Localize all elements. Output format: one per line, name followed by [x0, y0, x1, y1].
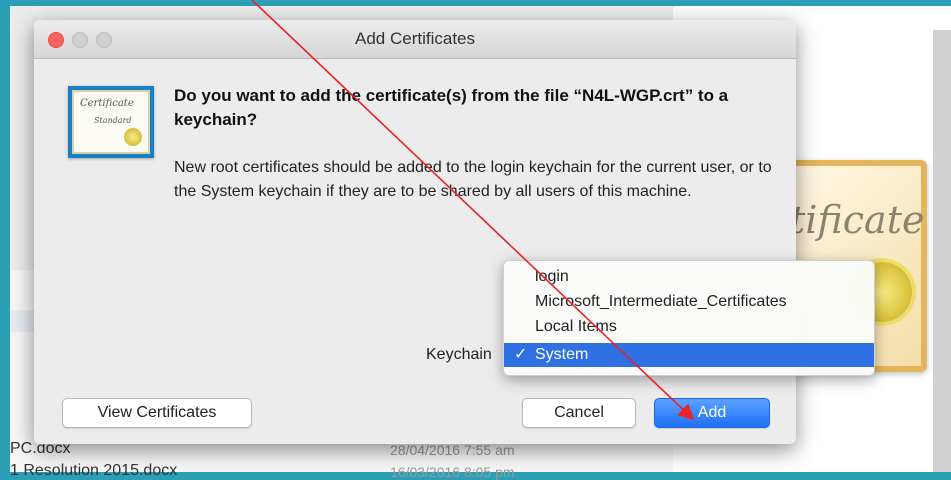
dialog-title: Add Certificates [355, 29, 475, 48]
add-button[interactable]: Add [654, 398, 770, 428]
certificate-icon: Certificate Standard [68, 86, 154, 158]
keychain-dropdown-menu[interactable]: login Microsoft_Intermediate_Certificate… [503, 260, 875, 376]
certificate-icon-text: Certificate [80, 98, 134, 109]
checkmark-icon: ✓ [514, 346, 528, 363]
dialog-message: New root certificates should be added to… [174, 159, 772, 200]
background-file-date: 28/04/2016 7:55 am [390, 442, 515, 458]
seal-icon [124, 128, 142, 146]
background-file-name[interactable]: 1 Resolution 2015.docx [10, 462, 177, 480]
dialog-heading: Do you want to add the certificate(s) fr… [174, 86, 729, 129]
cancel-button[interactable]: Cancel [522, 398, 636, 428]
certificate-icon-subtext: Standard [94, 116, 132, 125]
background-scrollbar [933, 30, 951, 472]
menu-item-local-items[interactable]: Local Items [504, 315, 874, 339]
dialog-titlebar: Add Certificates [34, 20, 796, 59]
keychain-label: Keychain [426, 346, 492, 363]
add-certificates-dialog: Add Certificates Certificate Standard Do… [34, 20, 875, 444]
large-certificate-text: tificate [790, 198, 925, 242]
menu-item-system[interactable]: ✓ System [504, 343, 874, 367]
menu-item-label: System [535, 346, 589, 363]
background-file-date: 16/03/2016 8:05 pm [390, 464, 515, 480]
certificate-icon-paper: Certificate Standard [72, 90, 150, 154]
view-certificates-button[interactable]: View Certificates [62, 398, 252, 428]
menu-item-login[interactable]: login [504, 265, 874, 289]
menu-item-microsoft-intermediate-certificates[interactable]: Microsoft_Intermediate_Certificates [504, 290, 874, 314]
